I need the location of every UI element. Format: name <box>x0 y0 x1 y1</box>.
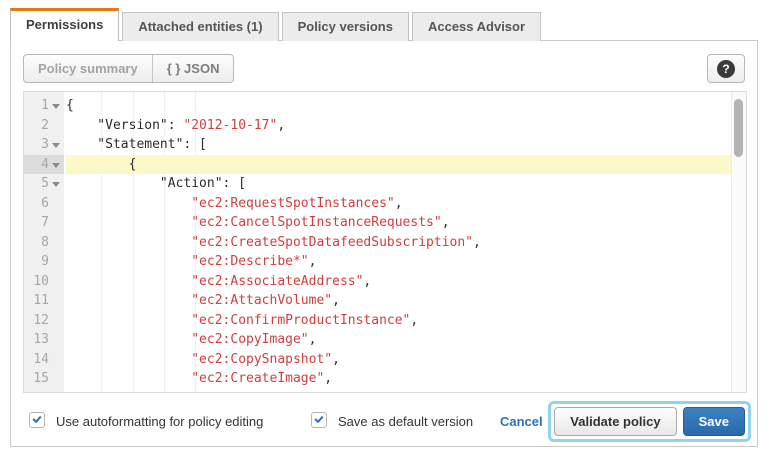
editor-scrollbar[interactable] <box>731 92 746 392</box>
tab-policy-versions[interactable]: Policy versions <box>282 12 409 41</box>
gutter: 123456789101112131415 <box>24 92 64 392</box>
line-number[interactable]: 13 <box>24 330 64 350</box>
action-buttons-highlight: Validate policy Save <box>548 401 751 442</box>
code-line[interactable]: "Version": "2012-10-17", <box>66 116 731 136</box>
code-line[interactable]: "ec2:AssociateAddress", <box>66 272 731 292</box>
code-line[interactable]: "ec2:CreateSpotDatafeedSubscription", <box>66 233 731 253</box>
code-line[interactable]: "Action": [ <box>66 174 731 194</box>
code-line[interactable]: "ec2:RequestSpotInstances", <box>66 194 731 214</box>
check-icon <box>32 414 41 423</box>
code-line[interactable]: "ec2:CopySnapshot", <box>66 350 731 370</box>
fold-caret-icon[interactable] <box>52 182 60 187</box>
cancel-link[interactable]: Cancel <box>500 414 543 429</box>
code-line[interactable]: "ec2:CreateImage", <box>66 369 731 389</box>
line-number[interactable]: 5 <box>24 174 64 194</box>
line-number[interactable]: 14 <box>24 350 64 370</box>
policy-json-editor[interactable]: 123456789101112131415 { "Version": "2012… <box>23 91 747 393</box>
tab-access-advisor[interactable]: Access Advisor <box>412 12 541 41</box>
policy-summary-button[interactable]: Policy summary <box>24 55 153 82</box>
question-mark-icon: ? <box>717 60 735 78</box>
line-number[interactable]: 3 <box>24 135 64 155</box>
line-number[interactable]: 4 <box>24 155 64 175</box>
line-number[interactable]: 9 <box>24 252 64 272</box>
policy-editor-screen: Permissions Attached entities (1) Policy… <box>0 0 768 460</box>
line-number[interactable]: 7 <box>24 213 64 233</box>
tab-permissions[interactable]: Permissions <box>10 8 119 41</box>
code-line[interactable]: "Statement": [ <box>66 135 731 155</box>
autoformat-label: Use autoformatting for policy editing <box>56 414 263 429</box>
code-line[interactable]: "ec2:CancelSpotInstanceRequests", <box>66 213 731 233</box>
validate-policy-button[interactable]: Validate policy <box>554 407 676 436</box>
scrollbar-thumb[interactable] <box>734 99 743 157</box>
line-number[interactable]: 11 <box>24 291 64 311</box>
line-number[interactable]: 8 <box>24 233 64 253</box>
code-line[interactable]: { <box>66 96 731 116</box>
autoformat-checkbox[interactable] <box>29 412 45 428</box>
code-line[interactable]: "ec2:AttachVolume", <box>66 291 731 311</box>
code-line[interactable]: "ec2:CopyImage", <box>66 330 731 350</box>
code-area[interactable]: { "Version": "2012-10-17", "Statement": … <box>66 92 731 392</box>
save-button[interactable]: Save <box>683 407 745 436</box>
line-number[interactable]: 10 <box>24 272 64 292</box>
fold-caret-icon[interactable] <box>52 143 60 148</box>
code-lines: { "Version": "2012-10-17", "Statement": … <box>66 96 731 389</box>
fold-caret-icon[interactable] <box>52 163 60 168</box>
tab-attached-entities[interactable]: Attached entities (1) <box>122 12 278 41</box>
help-button[interactable]: ? <box>707 54 745 83</box>
view-toggle-group: Policy summary { } JSON <box>23 54 234 83</box>
line-number[interactable]: 1 <box>24 96 64 116</box>
line-number[interactable]: 15 <box>24 369 64 389</box>
json-view-button[interactable]: { } JSON <box>153 55 234 82</box>
fold-caret-icon[interactable] <box>52 104 60 109</box>
code-line[interactable]: "ec2:ConfirmProductInstance", <box>66 311 731 331</box>
line-number[interactable]: 6 <box>24 194 64 214</box>
code-line[interactable]: "ec2:Describe*", <box>66 252 731 272</box>
default-version-label: Save as default version <box>338 414 473 429</box>
line-number[interactable]: 2 <box>24 116 64 136</box>
line-number[interactable]: 12 <box>24 311 64 331</box>
code-line[interactable]: { <box>66 155 731 175</box>
default-version-checkbox[interactable] <box>311 412 327 428</box>
tab-bar: Permissions Attached entities (1) Policy… <box>10 8 544 41</box>
check-icon <box>314 414 323 423</box>
permissions-panel: Policy summary { } JSON ? 12345678910111… <box>10 40 758 447</box>
